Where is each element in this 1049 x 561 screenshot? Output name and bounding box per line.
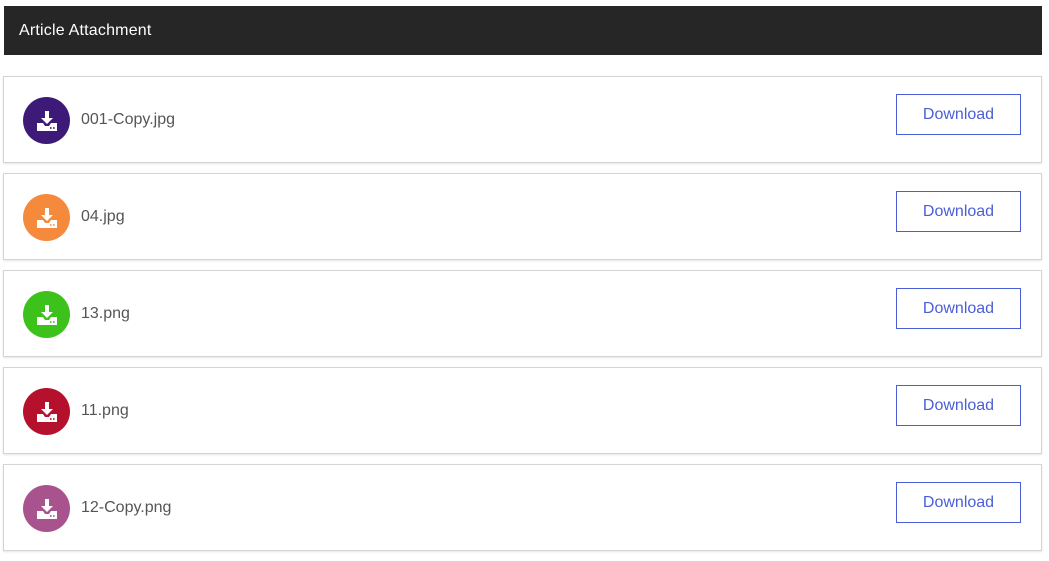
- download-button[interactable]: Download: [896, 94, 1021, 135]
- download-icon[interactable]: [23, 97, 70, 144]
- download-button[interactable]: Download: [896, 288, 1021, 329]
- attachment-filename: 04.jpg: [81, 207, 125, 225]
- download-button[interactable]: Download: [896, 482, 1021, 523]
- header-title: Article Attachment: [19, 21, 152, 39]
- attachment-row: 001-Copy.jpg Download: [3, 76, 1042, 163]
- attachment-row: 12-Copy.png Download: [3, 464, 1042, 551]
- attachment-row: 13.png Download: [3, 270, 1042, 357]
- attachment-filename: 13.png: [81, 304, 130, 322]
- download-icon[interactable]: [23, 291, 70, 338]
- attachment-filename: 11.png: [81, 401, 129, 419]
- download-icon[interactable]: [23, 485, 70, 532]
- attachment-header: Article Attachment: [4, 6, 1042, 55]
- attachment-list: 001-Copy.jpg Download 04.jpg Download 13…: [3, 76, 1042, 561]
- attachment-panel: Article Attachment 001-Copy.jpg Download…: [0, 0, 1049, 561]
- download-icon[interactable]: [23, 388, 70, 435]
- attachment-row: 11.png Download: [3, 367, 1042, 454]
- attachment-filename: 12-Copy.png: [81, 498, 172, 516]
- download-button[interactable]: Download: [896, 191, 1021, 232]
- attachment-filename: 001-Copy.jpg: [81, 110, 175, 128]
- download-button[interactable]: Download: [896, 385, 1021, 426]
- download-icon[interactable]: [23, 194, 70, 241]
- attachment-row: 04.jpg Download: [3, 173, 1042, 260]
